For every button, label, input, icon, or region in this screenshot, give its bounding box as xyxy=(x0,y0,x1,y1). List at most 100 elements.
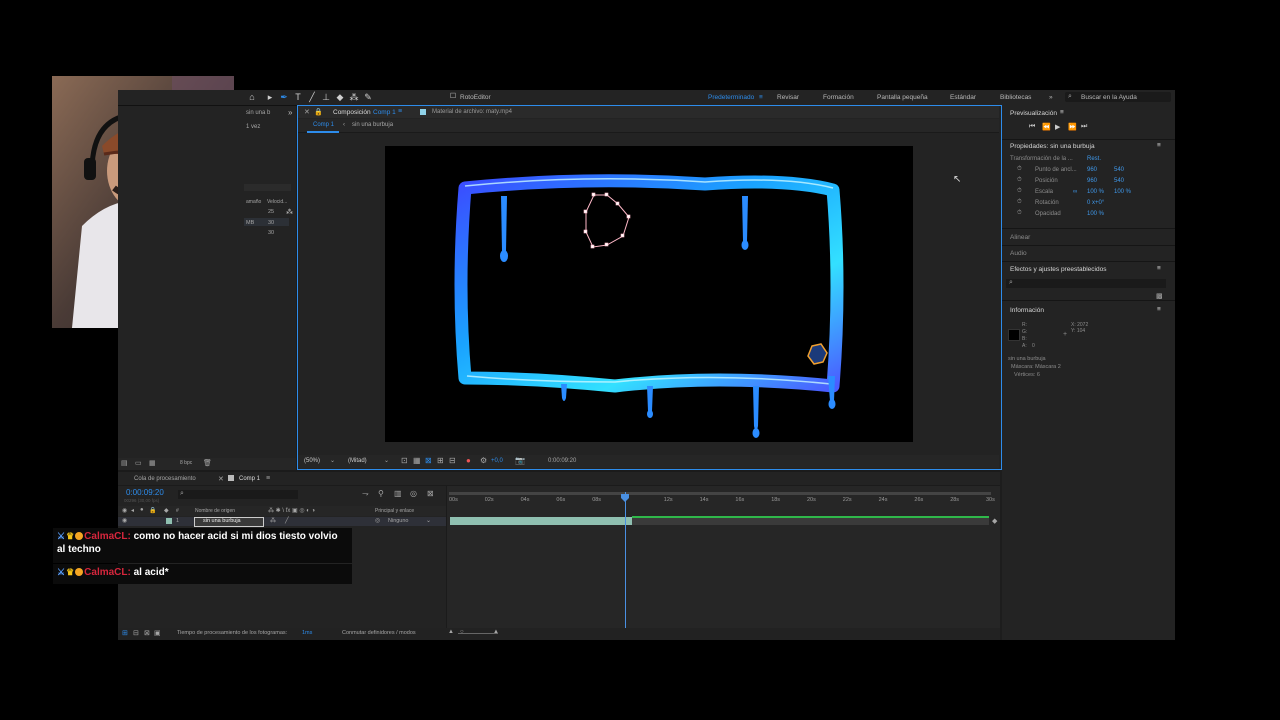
rotobrush-checkbox[interactable]: ☐ xyxy=(448,92,458,102)
panel-expand-icon[interactable]: » xyxy=(288,108,292,117)
first-frame-icon[interactable]: ⏮ xyxy=(1029,123,1035,131)
grid-icon[interactable]: ⊞ xyxy=(437,456,444,465)
work-area-bar[interactable] xyxy=(449,492,991,495)
scale-y[interactable]: 100 % xyxy=(1114,189,1131,195)
parent-dropdown[interactable]: Ninguno xyxy=(388,518,409,524)
puppet-pin-icon[interactable]: ✎ xyxy=(363,92,373,102)
timeline-comp-tab[interactable]: Comp 1 xyxy=(239,476,260,482)
toggle-switches-icon[interactable]: ⊞ xyxy=(122,629,128,637)
color-channels-icon[interactable]: ● xyxy=(466,456,471,465)
zoom-dropdown[interactable]: (50%) xyxy=(304,458,320,464)
eye-icon[interactable]: ◉ xyxy=(122,517,127,524)
help-search-input[interactable]: ⌕ Buscar en la Ayuda xyxy=(1065,92,1171,102)
scale-x[interactable]: 100 % xyxy=(1087,189,1104,195)
toggle-modes-label[interactable]: Conmutar definidores / modos xyxy=(342,630,416,636)
quality-icon[interactable]: ╱ xyxy=(285,517,289,524)
effects-search-input[interactable]: ⌕ xyxy=(1006,279,1166,288)
playhead-line[interactable] xyxy=(625,492,626,628)
eraser-tool-icon[interactable]: ◆ xyxy=(335,92,345,102)
breadcrumb-comp[interactable]: Comp 1 xyxy=(313,122,334,128)
eye-icon[interactable]: ◉ xyxy=(122,507,127,514)
layer-name-field[interactable]: sin una burbuja xyxy=(194,517,264,527)
mask-path[interactable] xyxy=(585,194,630,248)
lock-icon[interactable]: 🔒 xyxy=(314,108,323,116)
lock-icon[interactable]: 🔒 xyxy=(149,507,156,514)
position-x[interactable]: 960 xyxy=(1087,178,1097,184)
clone-stamp-icon[interactable]: ⊥ xyxy=(321,92,331,102)
position-y[interactable]: 540 xyxy=(1114,178,1124,184)
stopwatch-icon[interactable]: ⏱ xyxy=(1017,199,1022,206)
last-frame-icon[interactable]: ⏭ xyxy=(1081,123,1087,131)
composition-tab-label[interactable]: Composición xyxy=(333,109,371,116)
footage-tab[interactable]: Material de archivo: maty.mp4 xyxy=(432,109,512,115)
next-frame-icon[interactable]: ⏩ xyxy=(1068,123,1077,131)
hamburger-menu-icon[interactable]: ≡ xyxy=(759,94,763,101)
interpret-footage-icon[interactable]: ▤ xyxy=(121,459,128,467)
resolution-dropdown[interactable]: (Mitad) xyxy=(348,458,367,464)
parent-header[interactable]: Principal y enlace xyxy=(375,508,414,514)
effects-section[interactable]: Efectos y ajustes preestablecidos xyxy=(1010,266,1106,273)
reset-link[interactable]: Rest. xyxy=(1087,156,1101,162)
transfer-controls-icon[interactable]: ⊠ xyxy=(144,629,150,637)
anchor-y[interactable]: 540 xyxy=(1114,167,1124,173)
breadcrumb-comp-tab[interactable]: Comp 1 xyxy=(307,119,339,133)
workspace-review[interactable]: Revisar xyxy=(777,94,799,101)
layer-bar-remaining[interactable] xyxy=(632,517,989,525)
trash-icon[interactable]: 🗑 xyxy=(203,459,212,467)
prev-frame-icon[interactable]: ⏪ xyxy=(1042,123,1051,131)
align-section[interactable]: Alinear xyxy=(1010,234,1030,241)
new-preset-icon[interactable]: ▩ xyxy=(1156,292,1163,300)
workspace-standard[interactable]: Estándar xyxy=(950,94,976,101)
solo-icon[interactable]: ● xyxy=(140,507,144,513)
play-icon[interactable]: ▶ xyxy=(1055,123,1060,131)
brush-tool-icon[interactable]: ╱ xyxy=(307,92,317,102)
stopwatch-icon[interactable]: ⏱ xyxy=(1017,210,1022,217)
chat-username[interactable]: CalmaCL: xyxy=(84,567,131,578)
selection-tool-icon[interactable]: ▸ xyxy=(265,92,275,102)
constrain-link-icon[interactable]: ∞ xyxy=(1073,189,1077,195)
zoom-in-icon[interactable]: ▲ xyxy=(493,629,499,635)
info-menu-icon[interactable]: ≡ xyxy=(1157,306,1161,313)
graph-editor-icon[interactable]: ⊠ xyxy=(427,489,434,498)
motion-blur-icon[interactable]: ◎ xyxy=(410,489,417,498)
opacity-value[interactable]: 100 % xyxy=(1087,211,1104,217)
color-management-icon[interactable]: ⚙ xyxy=(480,456,487,465)
chevron-down-icon[interactable]: ⌄ xyxy=(384,457,389,464)
guides-icon[interactable]: ⊟ xyxy=(449,456,456,465)
mask-visibility-icon[interactable]: ⊠ xyxy=(425,456,432,465)
workspace-default[interactable]: Predeterminado xyxy=(708,94,754,101)
selected-mask-path[interactable] xyxy=(807,343,828,365)
new-comp-icon[interactable]: ▦ xyxy=(149,459,156,467)
close-tab-icon[interactable]: ✕ xyxy=(218,475,224,483)
more-workspaces-icon[interactable]: » xyxy=(1049,94,1053,101)
audio-section[interactable]: Audio xyxy=(1010,250,1027,257)
render-queue-tab[interactable]: Cola de procesamiento xyxy=(134,476,196,482)
breadcrumb-layer[interactable]: sin una burbuja xyxy=(352,122,393,128)
zoom-slider[interactable] xyxy=(458,633,498,634)
audio-icon[interactable]: ◂ xyxy=(131,507,134,514)
pen-tool-icon[interactable]: ✒ xyxy=(279,92,289,102)
comp-timecode[interactable]: 0:00:09:20 xyxy=(548,458,576,464)
transparency-grid-icon[interactable]: ▦ xyxy=(413,456,421,465)
label-icon[interactable]: ◆ xyxy=(164,507,169,514)
stopwatch-icon[interactable]: ⏱ xyxy=(1017,188,1022,195)
layer-row[interactable]: ◉ 1 sin una burbuja ⁂ ╱ ◎ Ninguno ⌄ xyxy=(118,517,446,527)
timeline-search-input[interactable]: ⌕ xyxy=(178,490,298,499)
effects-menu-icon[interactable]: ≡ xyxy=(1157,265,1161,272)
text-tool-icon[interactable]: T xyxy=(293,92,303,102)
properties-menu-icon[interactable]: ≡ xyxy=(1157,142,1161,149)
rotation-value[interactable]: 0 x+0° xyxy=(1087,200,1104,206)
region-of-interest-icon[interactable]: ⊡ xyxy=(401,456,408,465)
pickwhip-icon[interactable]: ◎ xyxy=(375,517,380,524)
preview-menu-icon[interactable]: ≡ xyxy=(1060,109,1064,116)
time-ruler[interactable]: 00s 02s 04s 06s 08s 12s 14s 16s 18s 20s 22s 24s 26s 2… xyxy=(447,492,995,508)
anchor-x[interactable]: 960 xyxy=(1087,167,1097,173)
chevron-down-icon[interactable]: ⌄ xyxy=(426,517,431,524)
close-tab-icon[interactable]: ✕ xyxy=(304,108,310,116)
layer-switches-icon[interactable]: ⊟ xyxy=(133,629,139,637)
zoom-slider-thumb-icon[interactable]: ○ xyxy=(460,629,464,635)
zoom-out-icon[interactable]: ▲ xyxy=(448,629,454,635)
snapshot-icon[interactable]: 📷 xyxy=(515,456,525,465)
source-name-header[interactable]: Nombre de origen xyxy=(195,508,235,514)
tab-menu-icon[interactable]: ≡ xyxy=(398,108,402,115)
